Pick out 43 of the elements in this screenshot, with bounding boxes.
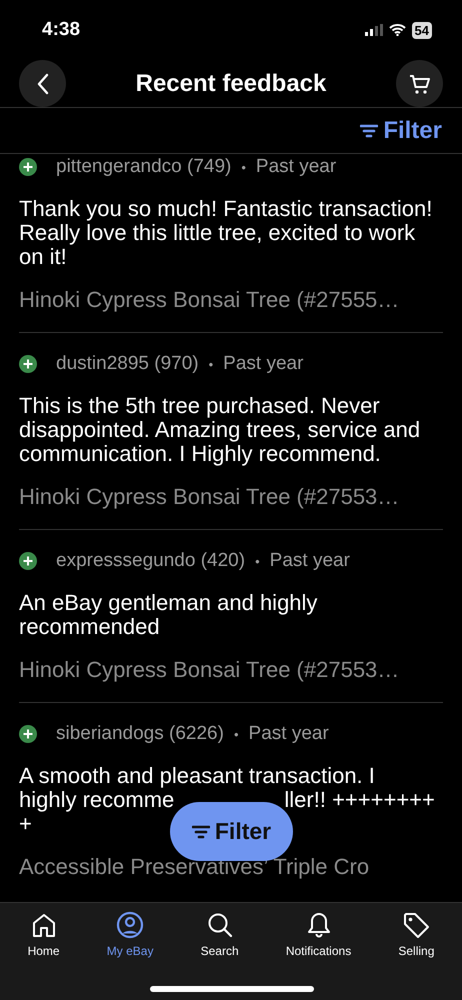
filter-icon: [192, 824, 210, 838]
search-icon: [206, 911, 234, 939]
profile-icon: [116, 911, 144, 939]
signal-icon: [364, 24, 383, 36]
feedback-time: Past year: [256, 156, 336, 178]
separator-dot: •: [208, 356, 214, 372]
feedback-comment: This is the 5th tree purchased. Never disappointed. Amazing trees, service and communication. I Highly recommend.: [19, 394, 422, 466]
username: dustin2895 (970): [56, 353, 199, 375]
feedback-comment: Thank you so much! Fantastic transaction! Really love this little tree, excited to work on it!: [19, 197, 434, 269]
item-title[interactable]: Hinoki Cypress Bonsai Tree (#27555…: [19, 287, 443, 313]
status-time: 4:38: [42, 19, 80, 41]
filter-icon: [360, 124, 378, 138]
positive-rating-icon: [19, 552, 37, 570]
feedback-comment: +: [19, 811, 32, 836]
tag-icon: [402, 911, 430, 939]
separator-dot: •: [241, 160, 246, 174]
back-button[interactable]: [19, 60, 66, 107]
tab-item[interactable]: Search: [200, 911, 239, 961]
username: pittengerandco (749): [56, 156, 232, 178]
item-title[interactable]: Hinoki Cypress Bonsai Tree (#27553…: [19, 484, 443, 510]
feedback-comment: An eBay gentleman and highly recommended: [19, 591, 318, 639]
username: siberiandogs (6226): [56, 723, 224, 745]
positive-rating-icon: [19, 158, 37, 176]
tab-item[interactable]: Home: [28, 911, 60, 961]
feedback-time: Past year: [248, 723, 329, 745]
feedback-comment: A smooth and pleasant transaction. I: [19, 763, 375, 788]
battery-level: 54: [412, 22, 432, 38]
filter-link[interactable]: Filter: [360, 116, 442, 144]
feedback-time: Past year: [270, 550, 350, 572]
wifi-icon: [388, 24, 406, 36]
item-title[interactable]: Hinoki Cypress Bonsai Tree (#27553…: [19, 657, 443, 683]
separator-dot: •: [234, 726, 239, 742]
tab-item[interactable]: Selling: [398, 911, 434, 961]
tab-item[interactable]: My eBay: [106, 911, 154, 961]
feedback-time: Past year: [223, 353, 304, 375]
username: expresssegundo (420): [56, 550, 246, 572]
positive-rating-icon: [19, 355, 37, 373]
back-icon: [36, 72, 50, 94]
cart-button[interactable]: [396, 60, 443, 107]
separator-dot: •: [255, 554, 260, 568]
page-title: Recent feedback: [136, 70, 326, 98]
tab-item[interactable]: Notifications: [286, 911, 352, 961]
positive-rating-icon: [19, 725, 37, 743]
